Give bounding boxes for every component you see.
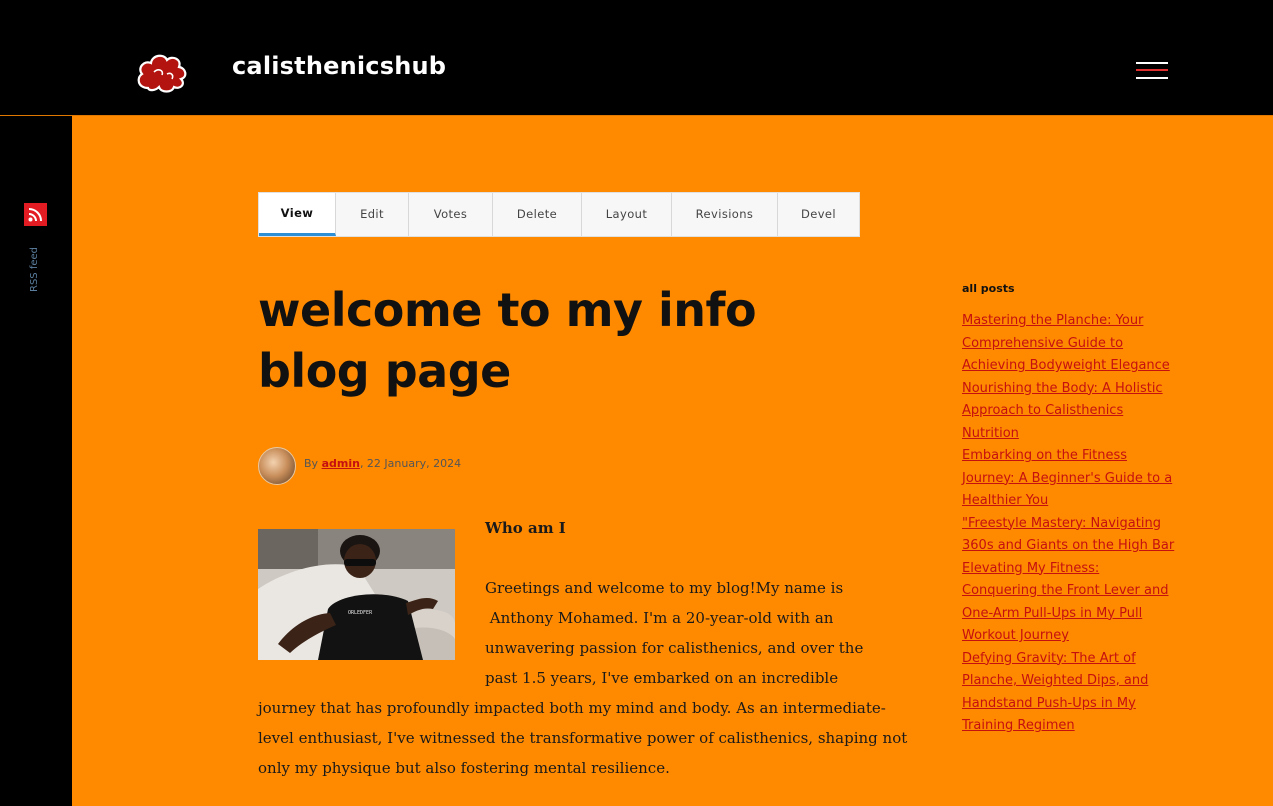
post-subheading: Who am I <box>485 519 566 537</box>
paragraph-line: journey that has profoundly impacted bot… <box>258 699 886 717</box>
byline-prefix: By <box>304 457 319 470</box>
post-link[interactable]: Defying Gravity: The Art of Planche, Wei… <box>962 648 1177 738</box>
post-date: , 22 January, 2024 <box>359 457 462 470</box>
author-link[interactable]: admin <box>322 457 360 470</box>
site-header: calisthenicshub <box>0 0 1273 116</box>
tab-view[interactable]: View <box>259 193 336 236</box>
page-title-line-1: welcome to my info <box>258 283 757 337</box>
admin-tabs: View Edit Votes Delete Layout Revisions … <box>258 192 860 237</box>
byline: By admin, 22 January, 2024 <box>304 457 461 470</box>
tab-devel[interactable]: Devel <box>778 193 859 236</box>
all-posts-list: Mastering the Planche: Your Comprehensiv… <box>962 310 1177 738</box>
red-cloud-logo-icon[interactable] <box>134 50 190 94</box>
paragraph-line: Greetings and welcome to my blog!My name… <box>485 579 844 597</box>
rss-feed-label[interactable]: RSS feed <box>20 232 50 292</box>
paragraph-line: level enthusiast, I've witnessed the tra… <box>258 729 908 747</box>
paragraph-line: past 1.5 years, I've embarked on an incr… <box>485 669 839 687</box>
page-title-line-2: blog page <box>258 344 511 398</box>
post-link[interactable]: Nourishing the Body: A Holistic Approach… <box>962 378 1177 446</box>
post-link[interactable]: Embarking on the Fitness Journey: A Begi… <box>962 445 1177 513</box>
tab-layout[interactable]: Layout <box>582 193 672 236</box>
paragraph-line: unwavering passion for calisthenics, and… <box>485 639 864 657</box>
site-name[interactable]: calisthenicshub <box>232 52 446 80</box>
post-link[interactable]: Elevating My Fitness: Conquering the Fro… <box>962 558 1177 648</box>
tab-revisions[interactable]: Revisions <box>672 193 778 236</box>
page-title: welcome to my info blog page <box>258 280 818 402</box>
sidebar-title: all posts <box>962 282 1015 295</box>
author-avatar[interactable] <box>258 447 296 485</box>
rss-icon[interactable] <box>24 203 47 226</box>
tab-edit[interactable]: Edit <box>336 193 409 236</box>
paragraph-line: only my physique but also fostering ment… <box>258 759 670 777</box>
post-link[interactable]: Mastering the Planche: Your Comprehensiv… <box>962 310 1177 378</box>
tab-delete[interactable]: Delete <box>493 193 582 236</box>
left-rail: RSS feed <box>0 116 72 806</box>
paragraph-line: Anthony Mohamed. I'm a 20-year-old with … <box>485 609 834 627</box>
hamburger-menu-icon[interactable] <box>1136 61 1168 81</box>
post-link[interactable]: "Freestyle Mastery: Navigating 360s and … <box>962 513 1177 558</box>
post-paragraph: Greetings and welcome to my blog!My name… <box>258 573 908 783</box>
tab-votes[interactable]: Votes <box>409 193 493 236</box>
